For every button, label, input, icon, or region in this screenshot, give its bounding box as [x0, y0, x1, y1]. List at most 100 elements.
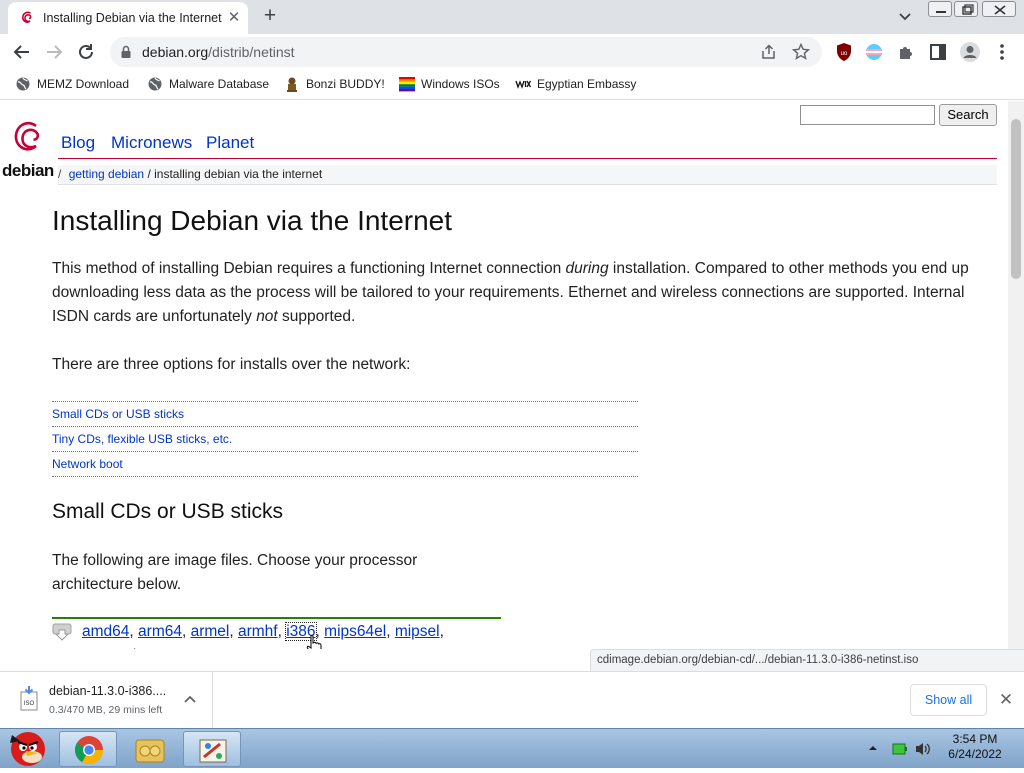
- new-tab-button[interactable]: +: [258, 5, 282, 29]
- download-shelf: ISO debian-11.3.0-i386.... 0.3/470 MB, 2…: [0, 671, 1024, 728]
- page-title: Installing Debian via the Internet: [52, 205, 453, 236]
- window-maximize-button[interactable]: [954, 1, 978, 17]
- bookmark-egyptian-embassy[interactable]: Egyptian Embassy: [515, 76, 636, 94]
- back-arrow-icon[interactable]: [10, 40, 34, 64]
- bookmark-malware-database[interactable]: Malware Database: [147, 76, 269, 94]
- debian-swirl-icon: [22, 11, 32, 23]
- windows-taskbar: [0, 728, 1024, 768]
- link-status-bubble: cdimage.debian.org/debian-cd/.../debian-…: [590, 649, 1024, 671]
- paint-icon: [199, 739, 227, 763]
- menu-kebab-icon[interactable]: [990, 40, 1014, 64]
- clock-date: 6/24/2022: [948, 747, 1002, 761]
- svg-text:uo: uo: [841, 51, 848, 57]
- breadcrumb-separator: /: [58, 167, 62, 181]
- show-hidden-icons-icon[interactable]: [868, 743, 878, 753]
- window-close-button[interactable]: [982, 1, 1016, 17]
- arch-link-mipsel[interactable]: mipsel: [395, 623, 440, 640]
- address-url: debian.org/distrib/netinst: [142, 44, 295, 60]
- start-button-angry-bird-icon[interactable]: [2, 727, 54, 769]
- logo-text: debian: [2, 161, 54, 180]
- arch-link-ppc64el[interactable]: ppc64el: [82, 647, 136, 649]
- nav-blog-link[interactable]: Blog: [61, 133, 95, 153]
- folder-icon: [135, 739, 165, 763]
- lock-icon[interactable]: [120, 45, 132, 59]
- arch-link-s390x[interactable]: s390x: [145, 647, 186, 649]
- globe-icon: [148, 77, 162, 91]
- clock-time: 3:54 PM: [952, 732, 998, 746]
- download-item[interactable]: ISO debian-11.3.0-i386.... 0.3/470 MB, 2…: [0, 672, 213, 728]
- download-cd-icon: [52, 623, 72, 641]
- arch-link-armel[interactable]: armel: [191, 623, 230, 640]
- toc-link-tiny-cds[interactable]: Tiny CDs, flexible USB sticks, etc.: [52, 427, 638, 452]
- globe-icon: [16, 77, 30, 91]
- windows-flag-icon: [399, 77, 415, 92]
- arch-link-armhf[interactable]: armhf: [238, 623, 278, 640]
- section-title: Small CDs or USB sticks: [52, 500, 284, 523]
- options-intro-text: There are three options for installs ove…: [52, 356, 411, 373]
- header-divider: [58, 158, 997, 159]
- debian-logo[interactable]: debian: [2, 117, 54, 181]
- close-download-shelf-icon[interactable]: ✕: [996, 690, 1016, 710]
- chrome-icon: [75, 736, 103, 764]
- arch-separator: ,: [277, 623, 287, 640]
- iso-file-icon: ISO: [20, 686, 38, 711]
- intro-paragraph: This method of installing Debian require…: [52, 260, 969, 325]
- bookmark-windows-isos[interactable]: Windows ISOs: [399, 76, 500, 94]
- breadcrumb-divider: [58, 184, 997, 185]
- page-scrollbar[interactable]: [1008, 101, 1024, 649]
- trans-flag-extension-icon[interactable]: [862, 40, 886, 64]
- section-text: The following are image files. Choose yo…: [52, 552, 418, 593]
- tab-strip: Installing Debian via the Internet ✕ +: [0, 0, 1024, 34]
- forward-arrow-icon[interactable]: [42, 40, 66, 64]
- taskbar-explorer-button[interactable]: [121, 731, 179, 767]
- bookmark-bonzi-buddy[interactable]: Bonzi BUDDY!: [284, 76, 385, 94]
- arch-link-amd64[interactable]: amd64: [82, 623, 129, 640]
- bookmark-star-icon[interactable]: [792, 43, 810, 61]
- chevron-up-icon[interactable]: [182, 692, 198, 708]
- breadcrumb: / getting debian / installing debian via…: [58, 165, 997, 185]
- side-panel-icon[interactable]: [926, 40, 950, 64]
- web-page: Search debian Blog Micronews Planet / ge…: [0, 101, 1008, 649]
- arch-separator: ,: [439, 623, 444, 640]
- battery-icon[interactable]: [892, 742, 908, 756]
- volume-icon[interactable]: [914, 741, 932, 757]
- arch-separator: ,: [181, 623, 191, 640]
- toc-link-network-boot[interactable]: Network boot: [52, 452, 638, 477]
- show-all-downloads-button[interactable]: Show all: [910, 684, 987, 716]
- address-bar[interactable]: debian.org/distrib/netinst: [110, 37, 822, 67]
- bookmark-memz[interactable]: MEMZ Download: [15, 76, 129, 94]
- breadcrumb-current: / installing debian via the internet: [147, 167, 323, 181]
- tab-search-chevron-icon[interactable]: [895, 8, 915, 26]
- ublock-shield-icon[interactable]: uo: [832, 40, 856, 64]
- extensions-puzzle-icon[interactable]: [894, 40, 918, 64]
- download-progress-text: 0.3/470 MB, 29 mins left: [49, 704, 163, 716]
- bookmarks-bar: MEMZ Download Malware Database Bonzi BUD…: [0, 70, 1024, 100]
- site-search-input[interactable]: [800, 105, 935, 125]
- reload-icon[interactable]: [74, 40, 98, 64]
- arch-separator: ,: [229, 623, 238, 640]
- profile-avatar-icon[interactable]: [958, 40, 982, 64]
- svg-text:ISO: ISO: [24, 701, 35, 707]
- scrollbar-thumb[interactable]: [1011, 119, 1021, 279]
- toc-link-small-cds[interactable]: Small CDs or USB sticks: [52, 402, 638, 427]
- taskbar-chrome-button[interactable]: [59, 731, 117, 767]
- bonzi-icon: [287, 77, 297, 92]
- download-filename: debian-11.3.0-i386....: [49, 684, 167, 698]
- tab-active[interactable]: Installing Debian via the Internet ✕: [8, 2, 248, 34]
- arch-separator: ,: [386, 623, 395, 640]
- arch-link-mips64el[interactable]: mips64el: [324, 623, 386, 640]
- tab-close-icon[interactable]: ✕: [224, 8, 244, 28]
- nav-micronews-link[interactable]: Micronews: [111, 133, 192, 153]
- arch-link-arm64[interactable]: arm64: [138, 623, 182, 640]
- breadcrumb-getting-debian-link[interactable]: getting debian: [69, 167, 144, 181]
- nav-planet-link[interactable]: Planet: [206, 133, 254, 153]
- options-toc: Small CDs or USB sticks Tiny CDs, flexib…: [52, 401, 638, 477]
- wix-icon: [515, 80, 531, 89]
- taskbar-clock[interactable]: 3:54 PM 6/24/2022: [940, 732, 1010, 762]
- site-search-button[interactable]: Search: [939, 104, 997, 126]
- window-minimize-button[interactable]: [928, 1, 952, 17]
- arch-separator: ,: [129, 623, 139, 640]
- architecture-list-divider: [52, 617, 501, 619]
- taskbar-paint-button[interactable]: [183, 731, 241, 767]
- share-icon[interactable]: [760, 44, 778, 60]
